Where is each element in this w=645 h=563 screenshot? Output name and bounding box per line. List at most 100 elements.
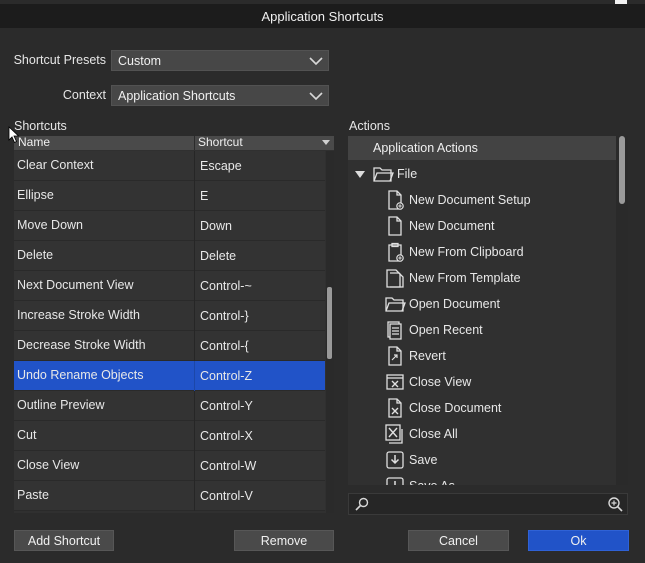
- shortcuts-scrollbar[interactable]: [326, 151, 334, 513]
- column-header-shortcut[interactable]: Shortcut: [198, 136, 243, 149]
- column-separator: [194, 136, 195, 150]
- column-separator: [194, 391, 195, 421]
- tree-item-label: New Document: [409, 219, 495, 233]
- tree-item-label: New Document Setup: [409, 193, 531, 207]
- column-separator: [194, 271, 195, 301]
- shortcuts-section-label: Shortcuts: [14, 119, 67, 133]
- remove-button[interactable]: Remove: [234, 530, 334, 551]
- actions-scrollbar[interactable]: [616, 136, 628, 485]
- shortcut-key: Control-~: [200, 279, 252, 293]
- tree-item-label: Open Document: [409, 297, 501, 311]
- window-title: Application Shortcuts: [0, 4, 645, 28]
- table-row[interactable]: Decrease Stroke Width Control-{: [14, 331, 325, 361]
- table-row[interactable]: Delete Delete: [14, 241, 325, 271]
- shortcut-key: E: [200, 189, 209, 203]
- table-row[interactable]: Outline Preview Control-Y: [14, 391, 325, 421]
- tree-item-label: Save As: [409, 479, 455, 485]
- column-header-name[interactable]: Name: [18, 136, 50, 149]
- tree-folder-label: File: [397, 167, 418, 181]
- sort-descending-icon[interactable]: [321, 137, 331, 147]
- table-row[interactable]: Move Down Down: [14, 211, 325, 241]
- table-row[interactable]: Close View Control-W: [14, 451, 325, 481]
- shortcut-name: Outline Preview: [17, 398, 105, 412]
- add-shortcut-button[interactable]: Add Shortcut: [14, 530, 114, 551]
- shortcut-presets-label: Shortcut Presets: [13, 53, 106, 67]
- table-row[interactable]: Ellipse E: [14, 181, 325, 211]
- shortcut-key: Control-Z: [200, 369, 253, 383]
- column-separator: [194, 181, 195, 211]
- open-document-icon: [385, 297, 406, 312]
- shortcut-key: Control-V: [200, 489, 253, 503]
- shortcut-name: Move Down: [17, 218, 83, 232]
- cancel-button[interactable]: Cancel: [408, 530, 509, 551]
- shortcut-name: Cut: [17, 428, 37, 442]
- table-row[interactable]: Cut Control-X: [14, 421, 325, 451]
- table-row[interactable]: Clear Context Escape: [14, 151, 325, 181]
- column-separator: [194, 151, 195, 181]
- tree-item-close-view[interactable]: Close View: [384, 369, 471, 395]
- table-row[interactable]: Increase Stroke Width Control-}: [14, 301, 325, 331]
- column-separator: [194, 301, 195, 331]
- tree-root-application-actions[interactable]: Application Actions: [348, 136, 616, 160]
- save-as-icon: [386, 477, 404, 485]
- context-value: Application Shortcuts: [118, 88, 236, 103]
- tree-item-label: Close View: [409, 375, 472, 389]
- table-row[interactable]: Next Document View Control-~: [14, 271, 325, 301]
- tree-item-save-as[interactable]: Save As: [384, 473, 455, 485]
- tree-item-label: Close Document: [409, 401, 502, 415]
- shortcut-key: Control-{: [200, 339, 249, 353]
- save-icon: [386, 451, 404, 469]
- ok-button[interactable]: Ok: [528, 530, 629, 551]
- table-header: Name Shortcut: [14, 136, 334, 150]
- shortcut-name: Delete: [17, 248, 54, 262]
- tree-item-revert[interactable]: Revert: [384, 343, 446, 369]
- tree-item-new-from-clipboard[interactable]: New From Clipboard: [384, 239, 524, 265]
- table-row[interactable]: Paste Control-V: [14, 481, 325, 511]
- tree-item-label: New From Clipboard: [409, 245, 524, 259]
- actions-section-label: Actions: [349, 119, 390, 133]
- shortcut-rows: Clear Context Escape Ellipse E Move Down Down…: [14, 151, 325, 511]
- tree-item-label: Save: [409, 453, 438, 467]
- close-all-icon: [385, 424, 403, 444]
- table-row[interactable]: Undo Rename Objects Control-Z: [14, 361, 325, 391]
- actions-search-input[interactable]: [348, 493, 628, 515]
- mouse-cursor-icon: [8, 126, 20, 144]
- shortcut-key: Down: [200, 219, 232, 233]
- tree-folder-file[interactable]: File: [354, 161, 417, 187]
- column-separator: [194, 241, 195, 271]
- column-separator: [194, 421, 195, 451]
- shortcut-name: Decrease Stroke Width: [17, 338, 146, 352]
- chevron-down-icon: [309, 57, 323, 66]
- column-separator: [194, 211, 195, 241]
- shortcut-key: Delete: [200, 249, 237, 263]
- shortcut-name: Close View: [17, 458, 80, 472]
- shortcut-key: Control-}: [200, 309, 249, 323]
- close-document-icon: [388, 398, 402, 418]
- shortcut-presets-dropdown[interactable]: Custom: [111, 50, 329, 71]
- tree-item-close-all[interactable]: Close All: [384, 421, 458, 447]
- shortcut-name: Next Document View: [17, 278, 134, 292]
- shortcut-name: Clear Context: [17, 158, 94, 172]
- tree-item-new-from-template[interactable]: New From Template: [384, 265, 521, 291]
- zoom-fit-icon[interactable]: [607, 496, 623, 512]
- close-view-icon: [386, 374, 404, 390]
- tree-item-new-document[interactable]: New Document: [384, 213, 494, 239]
- shortcut-name: Increase Stroke Width: [17, 308, 140, 322]
- new-from-clipboard-icon: [388, 242, 404, 262]
- tree-item-new-document-setup[interactable]: New Document Setup: [384, 187, 531, 213]
- folder-open-icon: [373, 167, 394, 182]
- column-separator: [194, 451, 195, 481]
- column-separator: [194, 481, 195, 511]
- tree-item-close-document[interactable]: Close Document: [384, 395, 501, 421]
- scrollbar-thumb[interactable]: [619, 136, 625, 204]
- new-document-icon: [388, 216, 402, 236]
- tree-item-open-recent[interactable]: Open Recent: [384, 317, 483, 343]
- new-document-setup-icon: [388, 190, 404, 210]
- context-dropdown[interactable]: Application Shortcuts: [111, 85, 329, 106]
- column-separator: [194, 331, 195, 361]
- search-icon: [355, 497, 369, 511]
- expand-triangle-icon[interactable]: [354, 168, 366, 180]
- scrollbar-thumb[interactable]: [327, 287, 332, 359]
- tree-item-save[interactable]: Save: [384, 447, 438, 473]
- tree-item-open-document[interactable]: Open Document: [384, 291, 500, 317]
